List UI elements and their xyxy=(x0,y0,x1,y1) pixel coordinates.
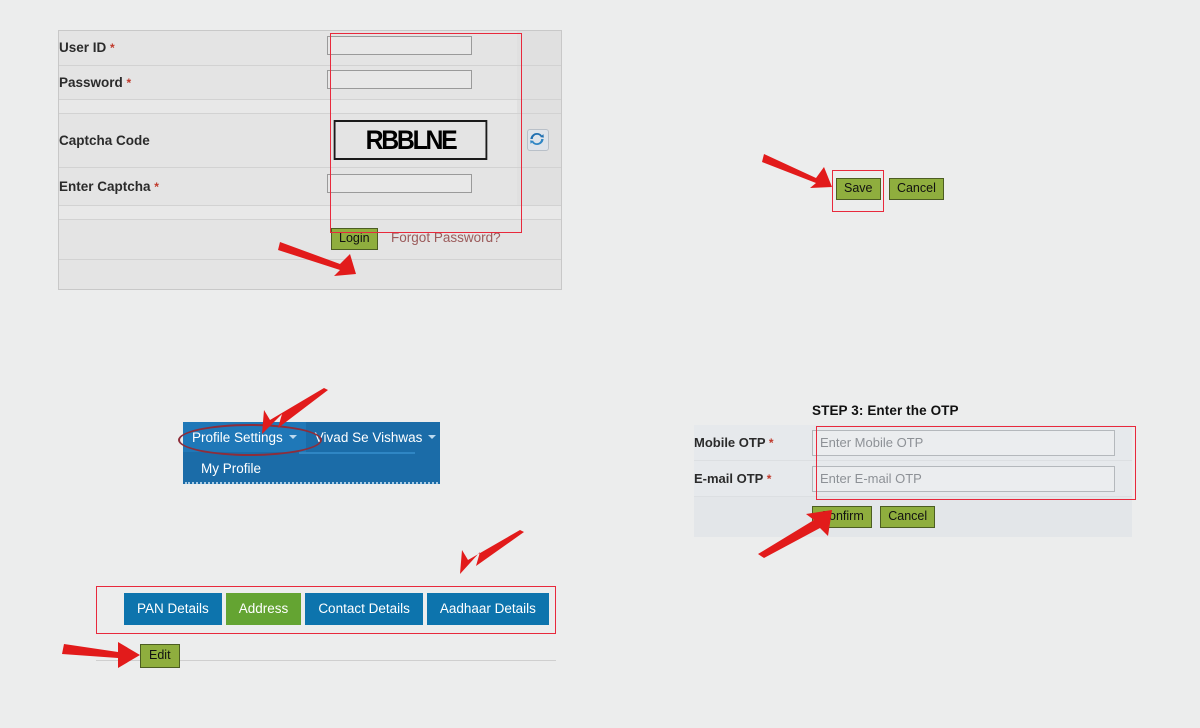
captcha-image: RBBLNE xyxy=(333,120,488,160)
required-asterisk: * xyxy=(110,41,115,56)
mobile-otp-input[interactable]: Enter Mobile OTP xyxy=(812,429,1115,456)
tab-aadhaar-details[interactable]: Aadhaar Details xyxy=(426,593,549,625)
login-actions-cell: Login Forgot Password? xyxy=(327,219,561,260)
row-tail xyxy=(517,65,561,100)
login-actions-spacer xyxy=(59,219,327,260)
spacer-cell xyxy=(59,99,327,114)
nav-dropdown-divider xyxy=(185,482,438,484)
spacer-cell xyxy=(59,205,327,220)
required-asterisk: * xyxy=(766,472,772,486)
otp-cancel-button[interactable]: Cancel xyxy=(880,506,936,528)
save-button[interactable]: Save xyxy=(836,178,881,200)
arrow-to-save-button xyxy=(762,154,832,188)
user-id-label-text: User ID xyxy=(59,40,107,56)
login-panel: User ID * Password * Captcha Code RBBLNE… xyxy=(58,30,562,290)
spacer-cell xyxy=(327,205,517,220)
user-id-label: User ID * xyxy=(59,31,327,66)
tabs-row: PAN Details Address Contact Details Aadh… xyxy=(96,586,554,625)
nav-dropdown-item-my-profile[interactable]: My Profile xyxy=(183,456,440,482)
otp-actions-cell: Confirm Cancel xyxy=(812,496,1132,537)
captcha-refresh-cell xyxy=(517,113,561,168)
enter-captcha-label-text: Enter Captcha xyxy=(59,178,151,194)
nav-item-vivad-se-vishwas[interactable]: Vivad Se Vishwas xyxy=(306,422,446,452)
nav-bar: Profile Settings Vivad Se Vishwas xyxy=(183,422,440,452)
login-actions-row: Login Forgot Password? xyxy=(59,219,561,260)
spacer-cell xyxy=(517,205,561,220)
user-id-field-cell xyxy=(327,31,517,66)
otp-panel: STEP 3: Enter the OTP Mobile OTP * Enter… xyxy=(694,403,1134,537)
enter-captcha-input[interactable] xyxy=(327,174,472,193)
login-form-table: User ID * Password * Captcha Code RBBLNE… xyxy=(59,31,561,260)
chevron-down-icon xyxy=(288,435,297,439)
nav-dropdown: My Profile xyxy=(183,454,440,484)
mobile-otp-label: Mobile OTP * xyxy=(694,425,812,461)
captcha-image-cell: RBBLNE xyxy=(327,113,517,168)
email-otp-label: E-mail OTP * xyxy=(694,460,812,497)
mobile-otp-field-cell: Enter Mobile OTP xyxy=(812,425,1132,461)
user-id-input[interactable] xyxy=(327,35,472,55)
otp-step-title: STEP 3: Enter the OTP xyxy=(812,403,959,418)
password-field-cell xyxy=(327,65,517,100)
cancel-button[interactable]: Cancel xyxy=(888,178,944,200)
mobile-otp-label-text: Mobile OTP xyxy=(694,435,766,450)
otp-table: Mobile OTP * Enter Mobile OTP E-mail OTP… xyxy=(694,425,1132,537)
captcha-code-text: RBBLNE xyxy=(365,124,458,155)
spacer-row xyxy=(59,205,561,220)
spacer-cell xyxy=(327,99,517,114)
password-label: Password * xyxy=(59,65,327,100)
forgot-password-link[interactable]: Forgot Password? xyxy=(391,230,501,245)
enter-captcha-field-cell xyxy=(327,167,517,206)
required-asterisk: * xyxy=(154,179,159,194)
edit-button[interactable]: Edit xyxy=(140,644,180,668)
tab-pan-details[interactable]: PAN Details xyxy=(124,593,222,625)
nav-item-vivad-se-vishwas-label: Vivad Se Vishwas xyxy=(314,429,423,445)
arrow-to-edit-button xyxy=(62,642,140,668)
captcha-code-label: Captcha Code xyxy=(59,113,327,168)
table-row: Enter Captcha * xyxy=(59,167,561,206)
table-row: User ID * xyxy=(59,31,561,66)
save-cancel-group: Save Cancel xyxy=(836,178,944,200)
required-asterisk: * xyxy=(126,75,132,90)
spacer-row xyxy=(59,99,561,114)
table-row: Captcha Code RBBLNE xyxy=(59,113,561,168)
row-tail xyxy=(517,31,561,66)
enter-captcha-label: Enter Captcha * xyxy=(59,167,327,206)
refresh-icon[interactable] xyxy=(527,129,549,151)
confirm-button[interactable]: Confirm xyxy=(812,506,872,528)
spacer-cell xyxy=(517,99,561,114)
tabs-panel: PAN Details Address Contact Details Aadh… xyxy=(96,586,556,661)
required-asterisk: * xyxy=(768,436,774,450)
table-row: E-mail OTP * Enter E-mail OTP xyxy=(694,460,1132,497)
otp-actions-spacer xyxy=(694,496,812,537)
nav-item-profile-settings[interactable]: Profile Settings xyxy=(183,422,306,452)
login-button[interactable]: Login xyxy=(331,228,378,250)
email-otp-label-text: E-mail OTP xyxy=(694,471,764,486)
navigation-menu: Profile Settings Vivad Se Vishwas My Pro… xyxy=(183,422,440,484)
arrow-to-tabs xyxy=(460,530,524,574)
chevron-down-icon xyxy=(428,435,437,439)
row-tail xyxy=(517,167,561,206)
email-otp-field-cell: Enter E-mail OTP xyxy=(812,460,1132,497)
password-label-text: Password xyxy=(59,74,123,90)
captcha-code-label-text: Captcha Code xyxy=(59,132,150,148)
table-row: Mobile OTP * Enter Mobile OTP xyxy=(694,425,1132,461)
otp-actions-row: Confirm Cancel xyxy=(694,496,1132,537)
nav-item-profile-settings-label: Profile Settings xyxy=(192,429,283,445)
tab-contact-details[interactable]: Contact Details xyxy=(305,593,423,625)
tab-address[interactable]: Address xyxy=(225,593,302,625)
password-input[interactable] xyxy=(327,70,472,89)
table-row: Password * xyxy=(59,65,561,100)
email-otp-input[interactable]: Enter E-mail OTP xyxy=(812,465,1115,492)
